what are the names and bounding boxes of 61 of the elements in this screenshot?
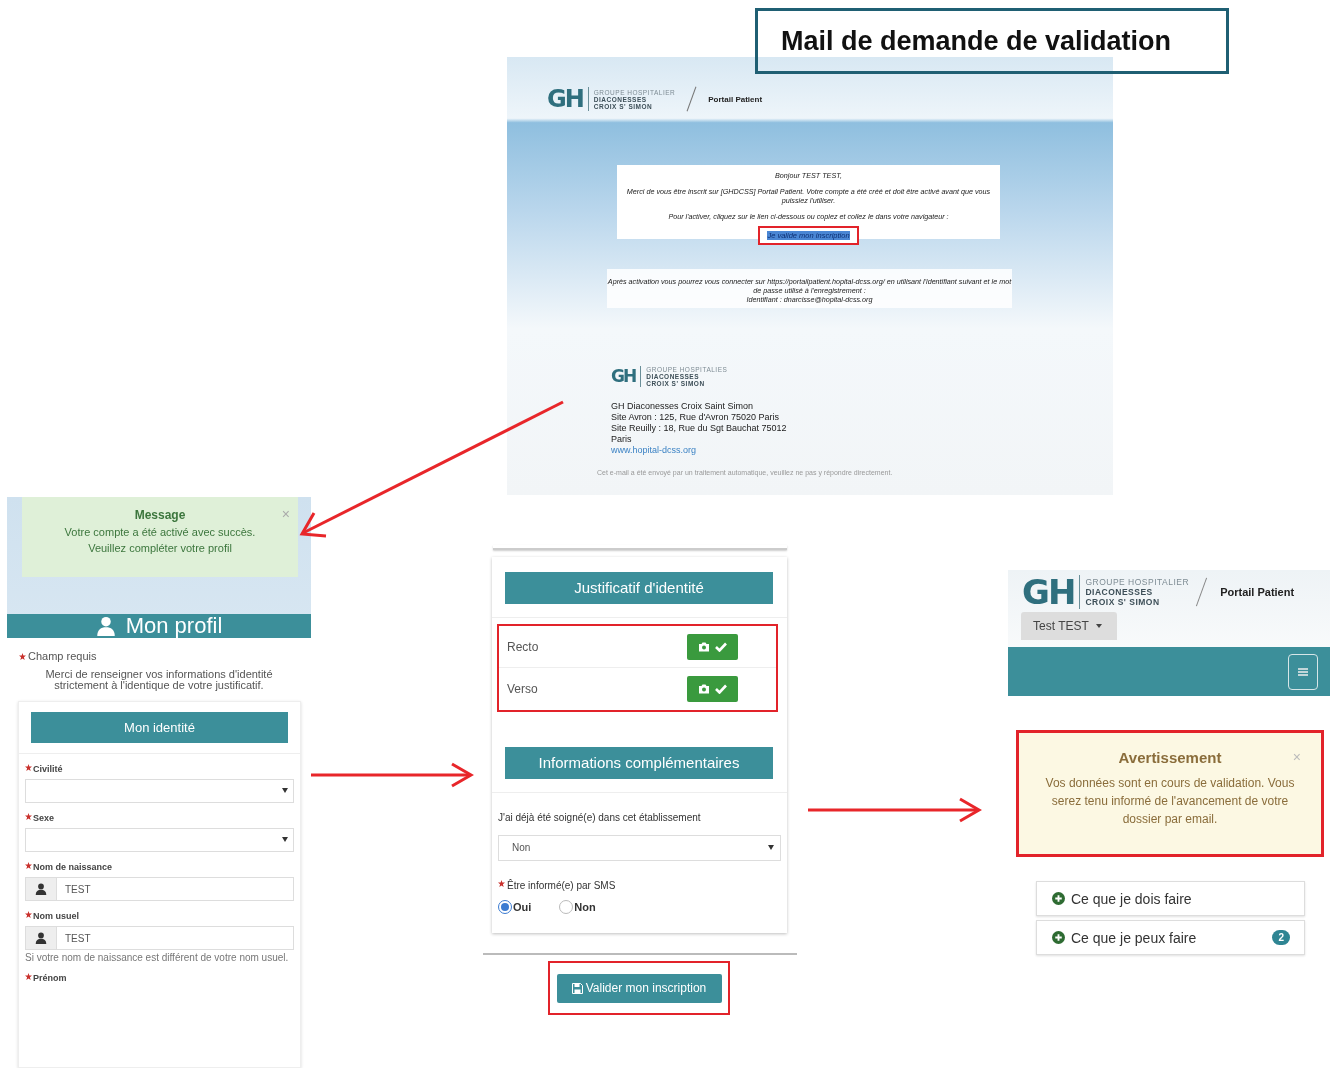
field-label: Être informé(e) par SMS bbox=[507, 879, 616, 891]
floppy-icon bbox=[571, 982, 583, 994]
radio-label: Oui bbox=[513, 900, 532, 913]
required-icon bbox=[19, 652, 26, 660]
field-label: Sexe bbox=[33, 813, 55, 823]
camera-icon bbox=[698, 641, 710, 652]
caret-icon bbox=[1095, 624, 1102, 628]
plus-circle-icon bbox=[1052, 892, 1065, 905]
camera-icon bbox=[698, 684, 710, 695]
hospital-logo: GH GROUPE HOSPITALIER DIACONESSES CROIX S' SIMON bbox=[1022, 575, 1190, 609]
field-label: Civilité bbox=[33, 764, 63, 774]
alert-text: Votre compte a été activé avec succès. bbox=[64, 526, 256, 538]
upload-button[interactable] bbox=[687, 633, 738, 660]
user-icon bbox=[95, 616, 116, 636]
check-icon bbox=[715, 684, 727, 695]
section-header: Justificatif d'identité bbox=[505, 571, 773, 604]
check-icon bbox=[715, 641, 727, 652]
accordion-item[interactable]: Ce que je peux faire 2 bbox=[1036, 920, 1305, 955]
plus-circle-icon bbox=[1052, 931, 1065, 944]
alert-title: Avertissement bbox=[1118, 749, 1222, 766]
document-label: Recto bbox=[507, 639, 539, 654]
upload-button[interactable] bbox=[687, 676, 738, 703]
alert-text: Veuillez compléter votre profil bbox=[88, 542, 232, 554]
user-icon bbox=[35, 883, 47, 895]
field-label: Prénom bbox=[33, 973, 67, 983]
page-title: Mon profil bbox=[125, 613, 223, 639]
section-header: Mon identité bbox=[31, 712, 288, 743]
slide-title: Mail de demande de validation bbox=[755, 8, 1229, 74]
text-field[interactable]: TEST bbox=[25, 877, 294, 901]
address-line: GH Diaconesses Croix Saint Simon bbox=[611, 401, 754, 412]
field-label: Nom de naissance bbox=[33, 862, 113, 872]
text-field[interactable]: TEST bbox=[25, 926, 294, 950]
document-label: Verso bbox=[507, 682, 538, 697]
portal-name: Portail Patient bbox=[708, 94, 763, 104]
website-link[interactable]: www.hopital-dcss.org bbox=[611, 445, 697, 456]
select-field[interactable]: Non bbox=[498, 834, 781, 861]
help-text: Si votre nom de naissance est différent de votre nom usuel. bbox=[25, 953, 290, 963]
field-label: J'ai déjà été soigné(e) dans cet établissement bbox=[498, 811, 702, 823]
address-line: Site Reuilly : 18, Rue du Sgt Bauchat 75012 bbox=[611, 423, 787, 434]
caret-icon bbox=[282, 837, 288, 842]
portal-name: Portail Patient bbox=[1220, 586, 1295, 598]
count-badge: 2 bbox=[1272, 930, 1290, 945]
menu-icon bbox=[1298, 667, 1308, 676]
caret-icon bbox=[768, 844, 774, 850]
address-line: Site Avron : 125, Rue d'Avron 75020 Paris bbox=[611, 412, 779, 423]
alert-title: Message bbox=[134, 508, 186, 522]
section-header: Informations complémentaires bbox=[505, 746, 773, 779]
user-menu-button[interactable]: Test TEST bbox=[1021, 612, 1117, 640]
required-note: Champ requis bbox=[28, 650, 97, 662]
intro-text: Merci de renseigner vos informations d'identité strictement à l'identique de votre justificatif. bbox=[44, 669, 274, 691]
alert-text: Vos données sont en cours de validation. Vous serez tenu informé de l'avancement de votre dossier par email. bbox=[1045, 775, 1295, 828]
radio-label: Non bbox=[574, 900, 596, 913]
menu-button[interactable] bbox=[1288, 653, 1318, 690]
submit-button[interactable]: Valider mon inscription bbox=[556, 973, 722, 1003]
caret-icon bbox=[282, 788, 288, 793]
accordion-item[interactable]: Ce que je dois faire bbox=[1036, 881, 1305, 916]
address-line: Paris bbox=[611, 434, 632, 445]
field-label: Nom usuel bbox=[33, 911, 79, 921]
select-field[interactable] bbox=[25, 779, 294, 803]
user-icon bbox=[35, 932, 47, 944]
select-field[interactable] bbox=[25, 828, 294, 852]
